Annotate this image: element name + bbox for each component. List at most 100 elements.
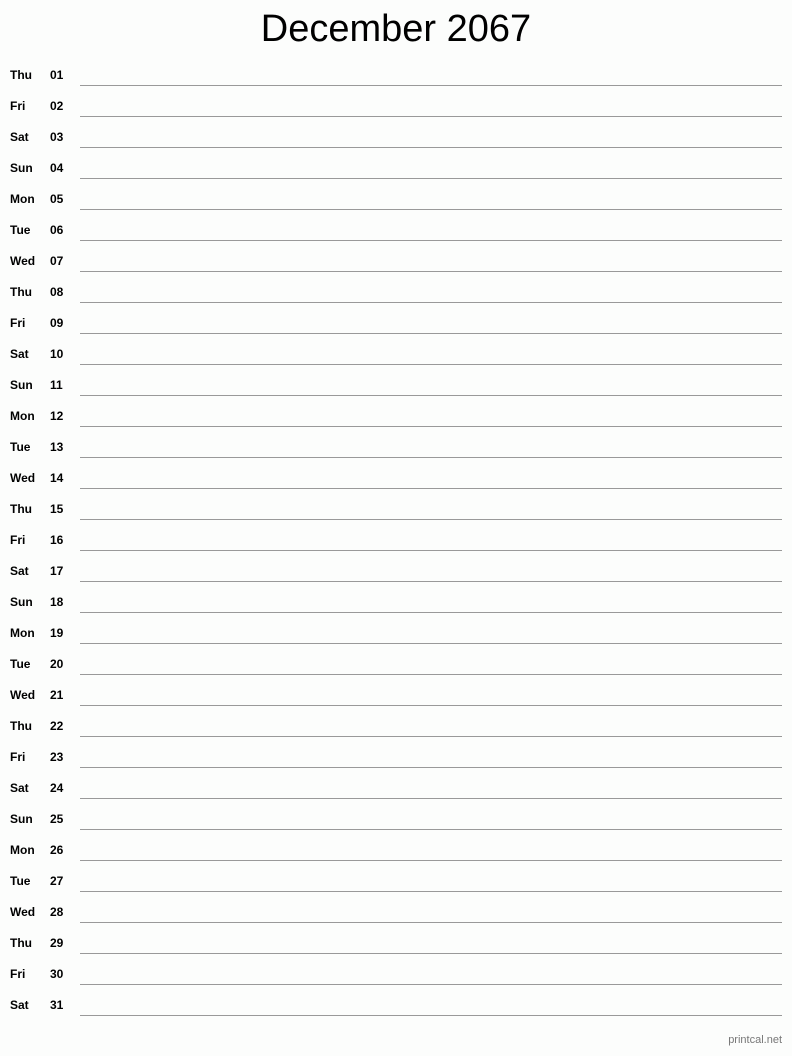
day-of-week: Sat [10, 781, 29, 795]
day-of-week: Sat [10, 564, 29, 578]
day-row: Thu 15 [0, 493, 792, 524]
day-of-week: Tue [10, 657, 31, 671]
day-row: Sun 25 [0, 803, 792, 834]
day-row: Sun 11 [0, 369, 792, 400]
day-of-week: Mon [10, 626, 35, 640]
writing-line[interactable] [80, 984, 782, 985]
page-title: December 2067 [260, 8, 532, 50]
writing-line[interactable] [80, 767, 782, 768]
day-row: Fri 16 [0, 524, 792, 555]
day-number: 18 [50, 595, 64, 609]
writing-line[interactable] [80, 488, 782, 489]
day-number: 09 [50, 316, 64, 330]
day-number: 07 [50, 254, 64, 268]
day-of-week: Thu [10, 68, 32, 82]
day-number: 20 [50, 657, 64, 671]
day-number: 25 [50, 812, 64, 826]
day-of-week: Tue [10, 440, 31, 454]
day-of-week: Fri [10, 750, 26, 764]
day-of-week: Mon [10, 843, 35, 857]
writing-line[interactable] [80, 1015, 782, 1016]
day-row: Tue 13 [0, 431, 792, 462]
day-of-week: Wed [10, 905, 36, 919]
day-row: Mon 26 [0, 834, 792, 865]
day-list: Thu 01 Fri 02 Sat 03 Sun 04 Mon 05 Tue 06 Wed 07 Thu 08… [0, 59, 792, 1020]
day-of-week: Fri [10, 316, 26, 330]
writing-line[interactable] [80, 643, 782, 644]
writing-line[interactable] [80, 395, 782, 396]
writing-line[interactable] [80, 240, 782, 241]
day-row: Tue 27 [0, 865, 792, 896]
day-row: Wed 28 [0, 896, 792, 927]
day-number: 27 [50, 874, 64, 888]
day-row: Wed 14 [0, 462, 792, 493]
day-number: 17 [50, 564, 64, 578]
day-row: Fri 09 [0, 307, 792, 338]
day-of-week: Mon [10, 192, 35, 206]
day-row: Sat 24 [0, 772, 792, 803]
day-of-week: Sat [10, 130, 29, 144]
writing-line[interactable] [80, 271, 782, 272]
day-number: 19 [50, 626, 64, 640]
day-row: Thu 22 [0, 710, 792, 741]
writing-line[interactable] [80, 891, 782, 892]
writing-line[interactable] [80, 333, 782, 334]
day-number: 13 [50, 440, 64, 454]
writing-line[interactable] [80, 860, 782, 861]
writing-line[interactable] [80, 209, 782, 210]
writing-line[interactable] [80, 705, 782, 706]
writing-line[interactable] [80, 426, 782, 427]
day-number: 12 [50, 409, 64, 423]
writing-line[interactable] [80, 581, 782, 582]
writing-line[interactable] [80, 178, 782, 179]
day-number: 03 [50, 130, 64, 144]
day-number: 05 [50, 192, 64, 206]
day-of-week: Thu [10, 502, 32, 516]
day-number: 26 [50, 843, 64, 857]
day-row: Mon 05 [0, 183, 792, 214]
writing-line[interactable] [80, 953, 782, 954]
day-of-week: Sun [10, 812, 33, 826]
day-row: Sun 04 [0, 152, 792, 183]
writing-line[interactable] [80, 829, 782, 830]
day-of-week: Fri [10, 967, 26, 981]
writing-line[interactable] [80, 147, 782, 148]
writing-line[interactable] [80, 519, 782, 520]
writing-line[interactable] [80, 457, 782, 458]
day-row: Tue 06 [0, 214, 792, 245]
day-of-week: Sun [10, 595, 33, 609]
writing-line[interactable] [80, 922, 782, 923]
day-of-week: Tue [10, 223, 31, 237]
day-number: 08 [50, 285, 64, 299]
day-row: Tue 20 [0, 648, 792, 679]
day-row: Sat 10 [0, 338, 792, 369]
day-number: 28 [50, 905, 64, 919]
day-of-week: Wed [10, 471, 36, 485]
day-number: 04 [50, 161, 64, 175]
day-row: Thu 29 [0, 927, 792, 958]
writing-line[interactable] [80, 674, 782, 675]
day-number: 01 [50, 68, 64, 82]
day-row: Sat 17 [0, 555, 792, 586]
day-of-week: Sun [10, 378, 33, 392]
writing-line[interactable] [80, 85, 782, 86]
day-number: 22 [50, 719, 64, 733]
writing-line[interactable] [80, 612, 782, 613]
day-row: Wed 21 [0, 679, 792, 710]
day-of-week: Sat [10, 998, 29, 1012]
day-number: 23 [50, 750, 64, 764]
day-row: Wed 07 [0, 245, 792, 276]
writing-line[interactable] [80, 364, 782, 365]
day-of-week: Thu [10, 936, 32, 950]
day-row: Mon 19 [0, 617, 792, 648]
writing-line[interactable] [80, 736, 782, 737]
day-of-week: Fri [10, 99, 26, 113]
writing-line[interactable] [80, 550, 782, 551]
day-row: Thu 08 [0, 276, 792, 307]
day-of-week: Sun [10, 161, 33, 175]
day-of-week: Tue [10, 874, 31, 888]
writing-line[interactable] [80, 302, 782, 303]
writing-line[interactable] [80, 116, 782, 117]
day-number: 06 [50, 223, 64, 237]
writing-line[interactable] [80, 798, 782, 799]
